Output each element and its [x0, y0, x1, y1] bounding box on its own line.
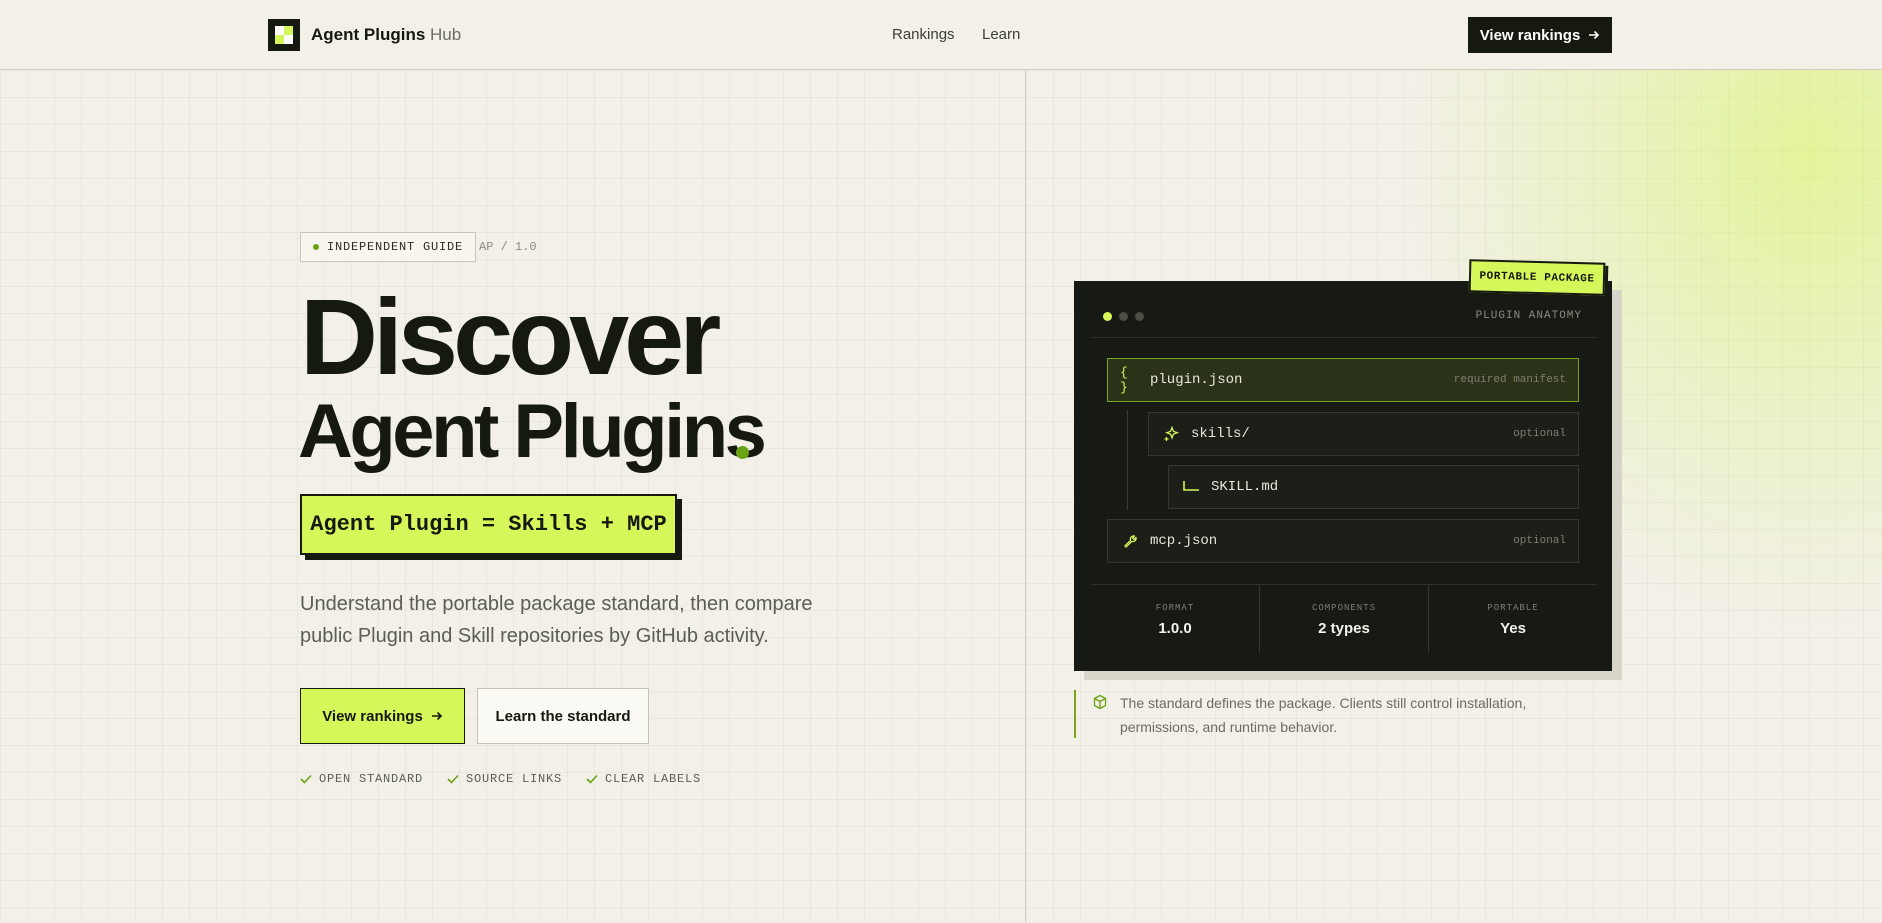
check-item: SOURCE LINKS [447, 772, 562, 786]
stat-components: COMPONENTS 2 types [1259, 586, 1428, 653]
file-row-skills[interactable]: skills/ optional [1148, 412, 1579, 456]
panel-stats: FORMAT 1.0.0 COMPONENTS 2 types PORTABLE… [1091, 586, 1597, 653]
window-dots [1103, 312, 1144, 321]
brand-wordmark[interactable]: Agent Plugins Hub [311, 25, 461, 45]
file-row-plugin-json[interactable]: { } plugin.json required manifest [1107, 358, 1579, 402]
hero-subtitle: Understand the portable package standard… [300, 593, 813, 647]
check-label: OPEN STANDARD [319, 772, 424, 786]
window-dot-icon [1135, 312, 1144, 321]
hero-title-line2: Agent Plugins [298, 389, 767, 474]
file-name: mcp.json [1150, 533, 1218, 549]
checkmark-icon [300, 774, 312, 784]
window-dot-icon [1103, 312, 1112, 321]
package-icon [1093, 694, 1107, 710]
braces-icon: { } [1120, 365, 1128, 395]
brand-logo-icon[interactable] [268, 19, 300, 51]
title-accent-dot [736, 446, 749, 459]
portable-package-tag: PORTABLE PACKAGE [1468, 259, 1606, 296]
stat-label: PORTABLE [1487, 602, 1539, 613]
header-view-rankings-button[interactable]: View rankings [1468, 17, 1612, 53]
hero-title-line1: Discover [300, 276, 721, 397]
top-header: Agent Plugins Hub Rankings Learn View ra… [0, 0, 1882, 70]
arrow-right-icon [431, 711, 442, 721]
formula-callout: Agent Plugin = Skills + MCP [300, 494, 677, 555]
section-divider [1025, 70, 1026, 923]
check-label: SOURCE LINKS [466, 772, 563, 786]
stat-format: FORMAT 1.0.0 [1091, 586, 1259, 653]
stat-portable: PORTABLE Yes [1428, 586, 1597, 653]
learn-standard-label: Learn the standard [495, 707, 631, 725]
wrench-icon [1120, 534, 1140, 549]
tree-connector [1127, 410, 1128, 510]
nav-rankings-link[interactable]: Rankings [892, 26, 955, 43]
file-name: skills/ [1191, 426, 1250, 442]
status-dot-icon [313, 244, 319, 250]
check-label: CLEAR LABELS [605, 772, 702, 786]
file-name: SKILL.md [1211, 479, 1279, 495]
panel-divider [1091, 337, 1597, 338]
tree-branch-icon [1181, 480, 1201, 494]
file-tag: required manifest [1453, 374, 1566, 386]
brand-suffix: Hub [430, 25, 462, 44]
version-label: AP / 1.0 [479, 240, 537, 254]
stat-value: 2 types [1318, 619, 1370, 637]
note-accent-bar [1074, 690, 1076, 738]
header-cta-label: View rankings [1479, 26, 1581, 44]
file-name: plugin.json [1150, 372, 1243, 388]
brand-name: Agent Plugins [311, 25, 426, 44]
checkmark-icon [586, 774, 598, 784]
panel-divider [1091, 584, 1597, 585]
learn-standard-button[interactable]: Learn the standard [477, 688, 649, 744]
stat-value: Yes [1500, 619, 1526, 637]
panel-header-label: PLUGIN ANATOMY [1475, 310, 1582, 322]
view-rankings-label: View rankings [322, 707, 423, 725]
independent-guide-badge: INDEPENDENT GUIDE [300, 232, 477, 262]
file-row-skill-md[interactable]: SKILL.md [1168, 465, 1579, 509]
window-dot-icon [1119, 312, 1128, 321]
arrow-right-icon [1589, 30, 1600, 40]
nav-learn-link[interactable]: Learn [982, 26, 1020, 43]
stat-label: COMPONENTS [1311, 602, 1376, 613]
check-item: OPEN STANDARD [300, 772, 423, 786]
view-rankings-button[interactable]: View rankings [300, 688, 465, 744]
file-row-mcp-json[interactable]: mcp.json optional [1107, 519, 1579, 563]
file-tag: optional [1513, 428, 1566, 440]
badge-label: INDEPENDENT GUIDE [327, 240, 464, 254]
stat-label: FORMAT [1155, 602, 1195, 613]
file-tag: optional [1513, 535, 1566, 547]
stat-value: 1.0.0 [1158, 619, 1192, 637]
sparkle-icon [1161, 426, 1181, 442]
checkmark-icon [447, 774, 459, 784]
feature-checklist: OPEN STANDARD SOURCE LINKS CLEAR LABELS [300, 772, 701, 786]
standard-note: The standard defines the package. Client… [1120, 695, 1527, 735]
check-item: CLEAR LABELS [586, 772, 701, 786]
